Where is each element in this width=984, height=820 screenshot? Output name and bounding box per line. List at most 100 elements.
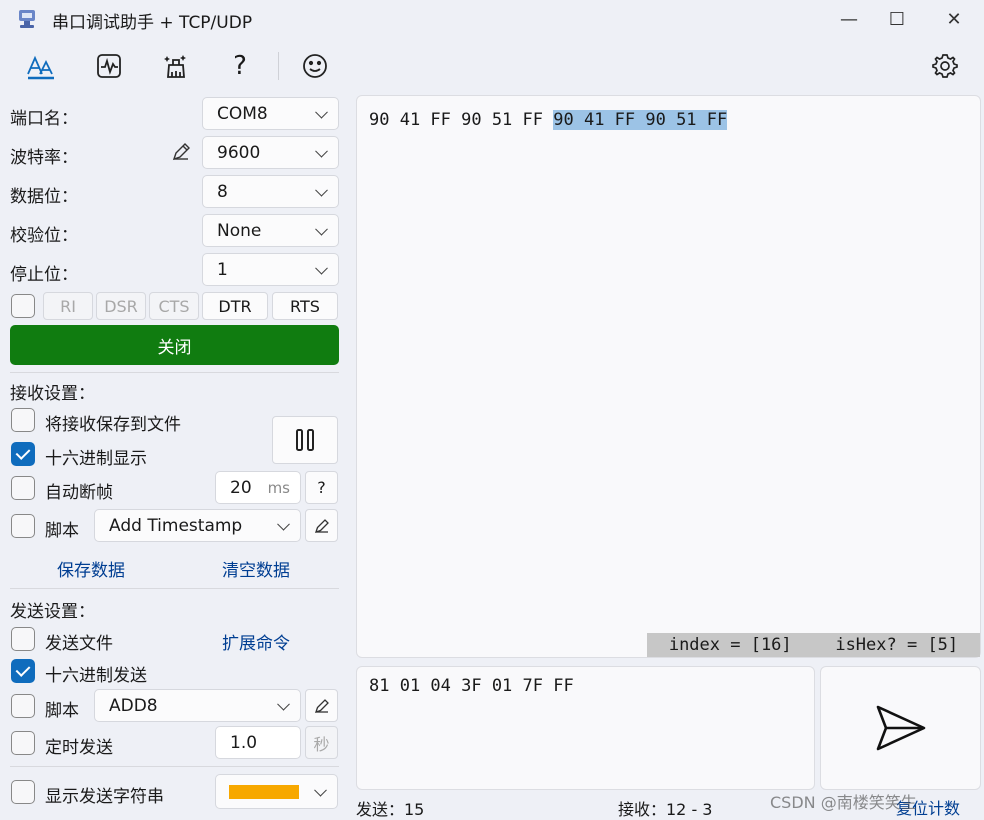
- edit-pen-icon: [314, 518, 329, 533]
- status-index: index = [16]: [668, 635, 792, 655]
- send-script-value: ADD8: [109, 695, 158, 716]
- edit-pen-icon[interactable]: [170, 141, 192, 163]
- hex-send-checkbox[interactable]: [11, 659, 35, 683]
- stopbits-select[interactable]: 1: [202, 253, 339, 286]
- receive-script-checkbox[interactable]: [11, 514, 35, 538]
- chevron-down-icon: [315, 261, 328, 275]
- save-to-file-checkbox[interactable]: [11, 408, 35, 432]
- chevron-down-icon: [315, 222, 328, 236]
- ri-indicator: RI: [43, 292, 93, 320]
- timed-send-label: 定时发送: [45, 738, 113, 758]
- receive-settings-heading: 接收设置：: [10, 384, 95, 404]
- timed-send-checkbox[interactable]: [11, 731, 35, 755]
- timed-interval-input[interactable]: 1.0: [215, 726, 301, 759]
- settings-gear-icon[interactable]: [927, 48, 963, 84]
- frame-help-button[interactable]: ?: [305, 471, 338, 504]
- stopbits-label: 停止位：: [10, 265, 78, 285]
- port-label: 端口名：: [10, 109, 78, 129]
- send-file-checkbox[interactable]: [11, 627, 35, 651]
- text-mode-icon[interactable]: [23, 48, 59, 84]
- divider: [10, 766, 339, 767]
- color-swatch: [229, 785, 299, 799]
- edit-pen-icon: [314, 698, 329, 713]
- chevron-down-icon: [315, 105, 328, 119]
- send-input-text[interactable]: 81 01 04 3F 01 7F FF: [369, 676, 574, 696]
- send-script-select[interactable]: ADD8: [94, 689, 301, 722]
- pause-button[interactable]: [272, 416, 338, 464]
- save-to-file-label: 将接收保存到文件: [45, 415, 181, 435]
- help-icon[interactable]: ?: [222, 48, 258, 84]
- stopbits-value: 1: [217, 259, 228, 280]
- send-file-label: 发送文件: [45, 634, 113, 654]
- auto-frame-label: 自动断帧: [45, 483, 113, 503]
- auto-frame-checkbox[interactable]: [11, 476, 35, 500]
- parity-value: None: [217, 220, 262, 241]
- edit-send-script-button[interactable]: [305, 689, 338, 722]
- receive-output-panel[interactable]: 90 41 FF 90 51 FF 90 41 FF 90 51 FF inde…: [356, 95, 981, 658]
- baud-select[interactable]: 9600: [202, 136, 339, 169]
- port-select[interactable]: COM8: [202, 97, 339, 130]
- parity-label: 校验位：: [10, 226, 78, 246]
- signals-checkbox[interactable]: [11, 294, 35, 318]
- receive-text-normal: 90 41 FF 90 51 FF: [369, 110, 543, 130]
- extend-command-link[interactable]: 扩展命令: [222, 629, 290, 654]
- close-port-button[interactable]: 关闭: [10, 325, 339, 365]
- title-bar: 串口调试助手 + TCP/UDP — ☐ ✕: [0, 0, 984, 38]
- rts-toggle[interactable]: RTS: [272, 292, 338, 320]
- toolbar-divider: [278, 52, 279, 80]
- frame-timeout-value: 20: [230, 477, 252, 498]
- send-script-checkbox[interactable]: [11, 694, 35, 718]
- timed-unit-label: 秒: [305, 726, 338, 759]
- receive-text: 90 41 FF 90 51 FF 90 41 FF 90 51 FF: [369, 110, 728, 130]
- chevron-down-icon: [314, 783, 327, 797]
- status-ishex: isHex? = [5]: [835, 635, 959, 655]
- close-window-button[interactable]: ✕: [931, 0, 977, 38]
- chevron-down-icon: [315, 144, 328, 158]
- send-settings-heading: 发送设置：: [10, 602, 95, 622]
- frame-timeout-unit: ms: [267, 478, 290, 497]
- baud-value: 9600: [217, 142, 261, 163]
- smiley-icon[interactable]: [297, 48, 333, 84]
- pause-icon: [296, 429, 314, 451]
- port-value: COM8: [217, 103, 268, 124]
- show-string-checkbox[interactable]: [11, 780, 35, 804]
- chevron-down-icon: [277, 697, 290, 711]
- receive-script-select[interactable]: Add Timestamp: [94, 509, 301, 542]
- window-title: 串口调试助手 + TCP/UDP: [52, 13, 253, 33]
- cts-indicator: CTS: [149, 292, 199, 320]
- send-script-label: 脚本: [45, 701, 79, 721]
- frame-timeout-input[interactable]: 20 ms: [215, 471, 301, 504]
- send-input-panel[interactable]: 81 01 04 3F 01 7F FF: [356, 666, 815, 790]
- clean-tool-icon[interactable]: [158, 48, 194, 84]
- sent-count: 发送：15: [356, 800, 425, 819]
- receive-script-value: Add Timestamp: [109, 515, 243, 536]
- databits-select[interactable]: 8: [202, 175, 339, 208]
- databits-value: 8: [217, 181, 228, 202]
- minimize-button[interactable]: —: [826, 0, 872, 38]
- timed-interval-value: 1.0: [230, 732, 258, 753]
- databits-label: 数据位：: [10, 187, 78, 207]
- hex-display-label: 十六进制显示: [45, 449, 147, 469]
- maximize-button[interactable]: ☐: [874, 0, 920, 38]
- dtr-toggle[interactable]: DTR: [202, 292, 268, 320]
- show-string-label: 显示发送字符串: [45, 787, 164, 807]
- receive-count: 接收：12 - 3: [618, 800, 713, 819]
- clear-data-link[interactable]: 清空数据: [222, 556, 290, 581]
- parity-select[interactable]: None: [202, 214, 339, 247]
- dsr-indicator: DSR: [96, 292, 146, 320]
- serial-port-app-icon: [19, 10, 35, 28]
- waveform-icon[interactable]: [91, 48, 127, 84]
- divider: [10, 588, 339, 589]
- edit-receive-script-button[interactable]: [305, 509, 338, 542]
- watermark: CSDN @南楼笑笑生: [770, 793, 917, 812]
- status-overlay: index = [16] isHex? = [5]: [647, 633, 980, 657]
- hex-display-checkbox[interactable]: [11, 442, 35, 466]
- hex-send-label: 十六进制发送: [45, 666, 147, 686]
- receive-text-selected: 90 41 FF 90 51 FF: [553, 110, 728, 130]
- receive-script-label: 脚本: [45, 521, 79, 541]
- send-button[interactable]: [820, 666, 981, 790]
- send-arrow-icon: [876, 705, 925, 751]
- save-data-link[interactable]: 保存数据: [57, 556, 125, 581]
- color-picker[interactable]: [215, 774, 338, 809]
- chevron-down-icon: [315, 183, 328, 197]
